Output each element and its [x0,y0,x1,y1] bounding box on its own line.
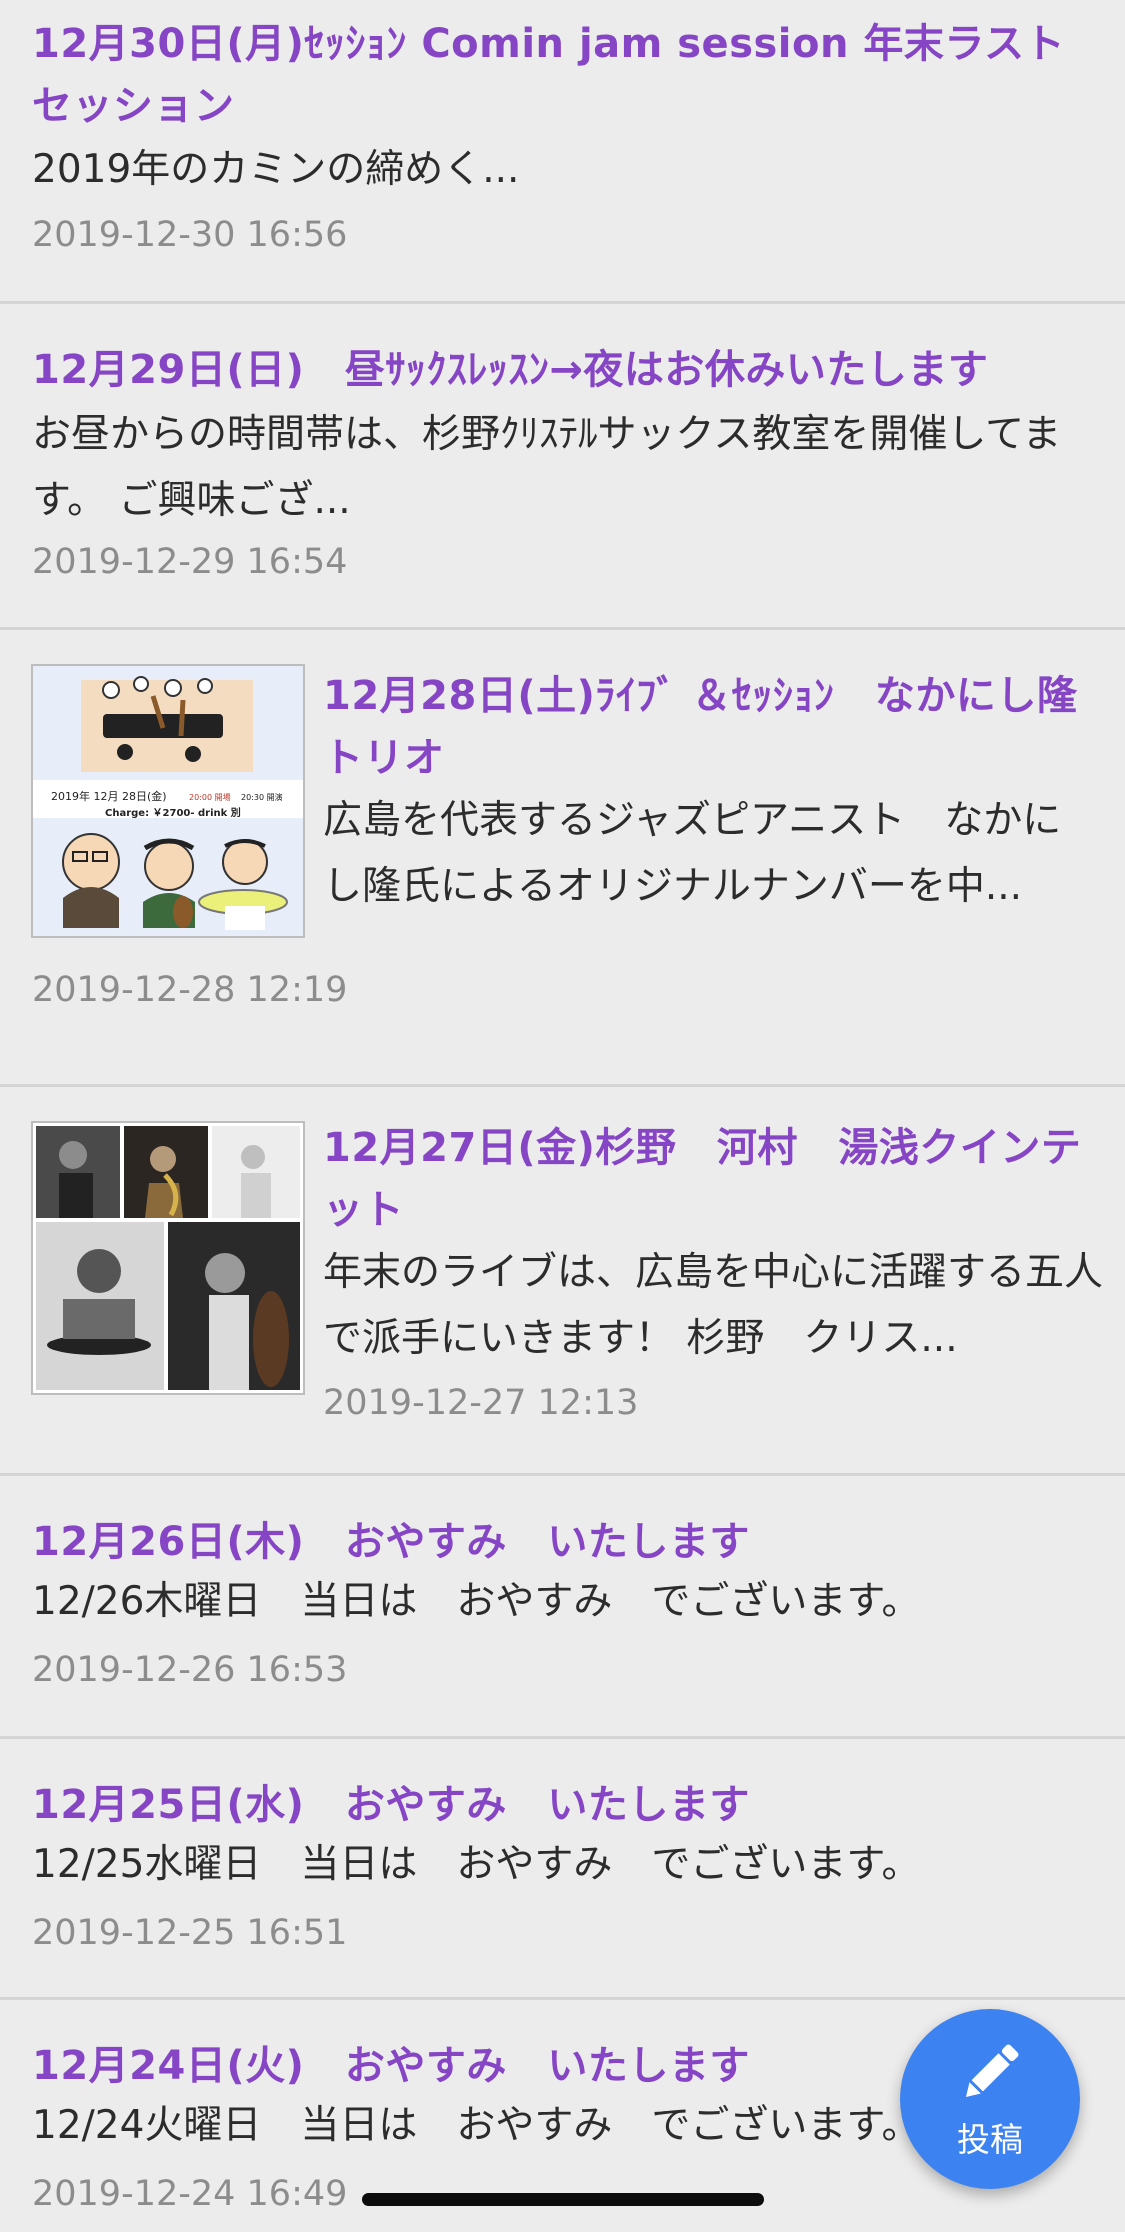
post-thumbnail-flyer[interactable]: 2019年 12月 28日(金) 20:00 開場 20:30 開演 Charg… [31,664,305,938]
compose-button-label: 投稿 [957,2120,1023,2159]
post-date: 2019-12-26 16:53 [32,1650,348,1690]
flyer-open-time: 20:00 開場 [189,792,231,802]
flyer-illustration: 2019年 12月 28日(金) 20:00 開場 20:30 開演 Charg… [33,666,303,936]
post-excerpt: 12/25水曜日 当日は おやすみ でございます。 [32,1842,921,1887]
post-item[interactable]: 2019年 12月 28日(金) 20:00 開場 20:30 開演 Charg… [0,630,1125,1087]
flyer-start-time: 20:30 開演 [241,792,283,802]
post-title[interactable]: 12月30日(月)ｾｯｼｮﾝ Comin jam session 年末ラストセッ… [32,13,1092,137]
post-title[interactable]: 12月27日(金)杉野 河村 湯浅クインテット [323,1117,1103,1241]
post-item[interactable]: 12月27日(金)杉野 河村 湯浅クインテット 年末のライブは、広島を中心に活躍… [0,1087,1125,1476]
post-date: 2019-12-29 16:54 [32,542,348,582]
post-excerpt: お昼からの時間帯は、杉野ｸﾘｽﾃﾙサックス教室を開催してます。 ご興味ござ... [32,412,1062,523]
post-excerpt: 年末のライブは、広島を中心に活躍する五人で派手にいきます！ 杉野 クリス... [323,1250,1103,1361]
post-date: 2019-12-24 16:49 [32,2174,348,2214]
post-item[interactable]: 12月25日(水) おやすみ いたします 12/25水曜日 当日は おやすみ で… [0,1739,1125,2000]
flyer-date-text: 2019年 12月 28日(金) [51,789,167,803]
post-thumbnail-photo[interactable] [31,1121,305,1395]
post-title[interactable]: 12月25日(水) おやすみ いたします [32,1774,1092,1836]
post-title[interactable]: 12月26日(木) おやすみ いたします [32,1511,1092,1573]
post-excerpt: 広島を代表するジャズピアニスト なかにし隆氏によるオリジナルナンバーを中... [323,798,1062,909]
post-excerpt: 2019年のカミンの締めく... [32,147,520,192]
post-date: 2019-12-25 16:51 [32,1913,348,1953]
post-date: 2019-12-30 16:56 [32,215,348,255]
post-title[interactable]: 12月29日(日) 昼ｻｯｸｽﾚｯｽﾝ→夜はお休みいたします [32,339,1092,401]
photo-collage [33,1123,303,1393]
compose-post-button[interactable]: 投稿 [900,2009,1080,2189]
post-item[interactable]: 12月26日(木) おやすみ いたします 12/26木曜日 当日は おやすみ で… [0,1476,1125,1739]
home-indicator[interactable] [362,2193,764,2206]
post-date: 2019-12-27 12:13 [323,1383,639,1423]
post-excerpt: 12/26木曜日 当日は おやすみ でございます。 [32,1579,921,1624]
post-feed: 12月30日(月)ｾｯｼｮﾝ Comin jam session 年末ラストセッ… [0,0,1125,2232]
post-title[interactable]: 12月28日(土)ﾗｲﾌﾞ ＆ｾｯｼｮﾝ なかにし隆トリオ [323,665,1103,789]
post-date: 2019-12-28 12:19 [32,970,348,1010]
post-item[interactable]: 12月30日(月)ｾｯｼｮﾝ Comin jam session 年末ラストセッ… [0,0,1125,304]
flyer-charge: Charge: ￥2700- drink 別 [105,806,241,819]
pencil-icon [965,2044,1019,2098]
post-item[interactable]: 12月29日(日) 昼ｻｯｸｽﾚｯｽﾝ→夜はお休みいたします お昼からの時間帯は… [0,304,1125,630]
